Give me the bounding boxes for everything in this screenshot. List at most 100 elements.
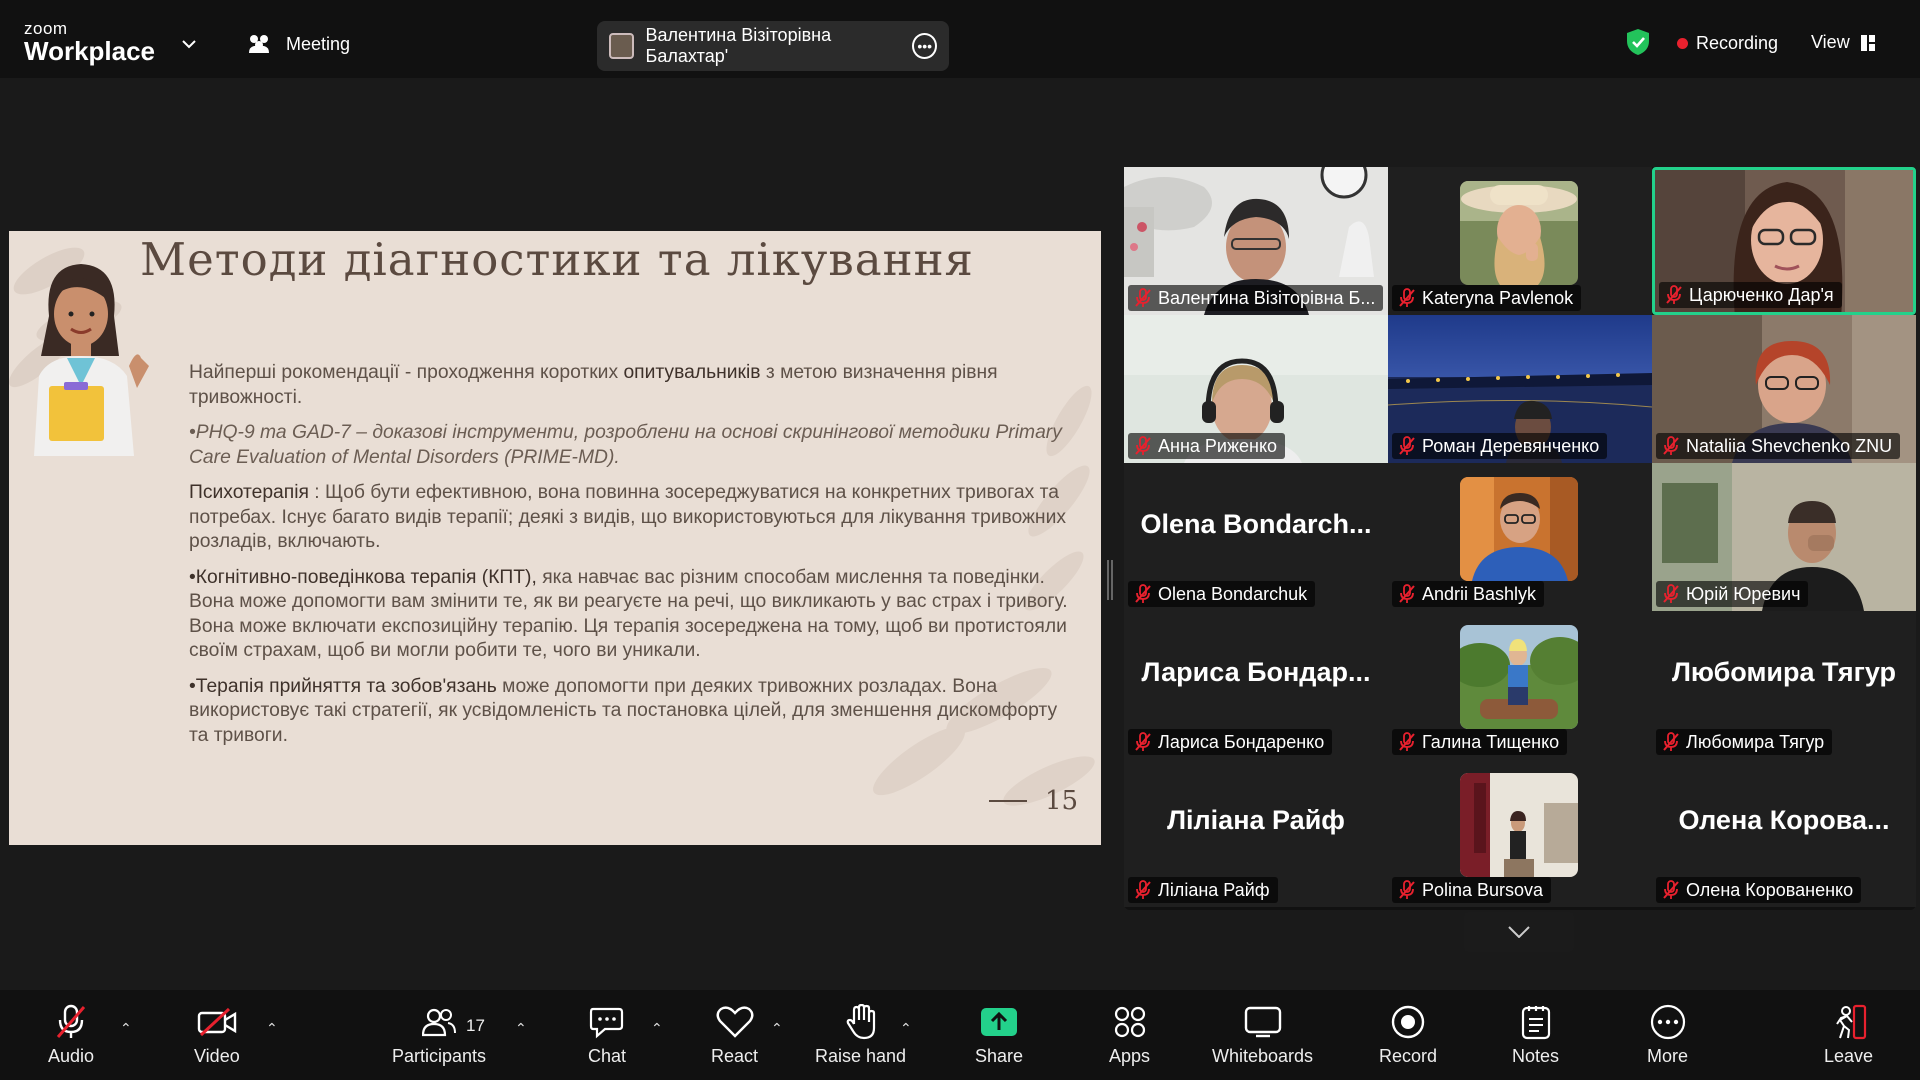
video-button[interactable]: Video — [194, 1004, 240, 1067]
panel-resize-handle[interactable] — [1107, 560, 1113, 600]
participant-display-name: Ліліана Райф — [1167, 805, 1345, 835]
notes-label: Notes — [1512, 1046, 1560, 1066]
react-options-caret-icon[interactable]: ⌃ — [771, 1020, 783, 1037]
participants-options-caret-icon[interactable]: ⌃ — [515, 1020, 527, 1037]
raise-hand-options-caret-icon[interactable]: ⌃ — [900, 1020, 912, 1037]
meeting-toolbar: Audio ⌃ Video ⌃ Participants 17 ⌃ Chat ⌃… — [0, 990, 1920, 1080]
participants-label: Participants — [392, 1046, 487, 1066]
participant-name-label: Царюченко Дар'я — [1659, 282, 1842, 308]
participant-tile[interactable]: Olena Bondarch... Olena Bondarchuk — [1124, 463, 1388, 611]
participant-avatar — [1460, 773, 1578, 877]
participant-avatar — [1460, 181, 1578, 285]
participant-tile[interactable]: Лариса Бондар... Лариса Бондаренко — [1124, 611, 1388, 759]
participant-name-label: Олена Корованенко — [1656, 877, 1862, 903]
more-button[interactable]: More — [1647, 1004, 1688, 1067]
participant-tile[interactable]: Галина Тищенко — [1388, 611, 1652, 759]
slide-paragraph: Найперші рокомендації - проходження коро… — [189, 362, 998, 408]
whiteboards-label: Whiteboards — [1212, 1046, 1314, 1066]
mic-muted-icon — [1399, 288, 1415, 307]
participant-name-label: Галина Тищенко — [1392, 729, 1568, 755]
participant-name: Nataliia Shevchenko ZNU — [1686, 435, 1893, 456]
participant-name-label: Andrii Bashlyk — [1392, 581, 1545, 607]
notes-button[interactable]: Notes — [1512, 1004, 1559, 1067]
share-label: Share — [975, 1046, 1024, 1066]
participant-avatar — [1460, 477, 1578, 581]
view-button[interactable]: View — [1811, 32, 1876, 53]
participant-tile[interactable]: Polina Bursova — [1388, 759, 1652, 907]
participant-name: Галина Тищенко — [1422, 731, 1560, 752]
mic-muted-icon — [1135, 288, 1151, 307]
mic-muted-icon — [1399, 436, 1415, 455]
participant-display-name: Любомира Тягур — [1671, 657, 1896, 687]
people-icon — [249, 35, 269, 53]
apps-label: Apps — [1109, 1046, 1151, 1066]
participant-name: Andrii Bashlyk — [1422, 583, 1537, 604]
audio-options-caret-icon[interactable]: ⌃ — [120, 1020, 132, 1037]
share-button[interactable]: Share — [975, 1004, 1023, 1067]
mic-muted-icon — [56, 1004, 86, 1038]
audio-button[interactable]: Audio — [48, 1004, 94, 1067]
record-icon — [1391, 1005, 1425, 1039]
participant-name: Царюченко Дар'я — [1689, 284, 1834, 305]
participant-name-label: Анна Риженко — [1128, 433, 1286, 459]
leave-button[interactable]: Leave — [1824, 1004, 1873, 1067]
participant-tile[interactable]: Любомира Тягур Любомира Тягур — [1652, 611, 1916, 759]
share-screen-icon — [981, 1008, 1018, 1036]
chat-options-caret-icon[interactable]: ⌃ — [651, 1020, 663, 1037]
record-button[interactable]: Record — [1379, 1004, 1437, 1067]
raise-hand-button[interactable]: Raise hand — [815, 1004, 906, 1067]
participants-icon — [422, 1008, 457, 1037]
participant-name: Анна Риженко — [1158, 435, 1278, 456]
slide-body: Найперші рокомендації - проходження коро… — [189, 361, 1069, 759]
participant-tile[interactable]: Nataliia Shevchenko ZNU — [1652, 315, 1916, 463]
video-off-icon — [197, 1007, 237, 1037]
react-button[interactable]: React — [711, 1004, 758, 1067]
mic-muted-icon — [1135, 880, 1151, 899]
participant-tile[interactable]: Andrii Bashlyk — [1388, 463, 1652, 611]
participant-name-label: Polina Bursova — [1392, 877, 1552, 903]
participant-tile[interactable]: Роман Деревянченко — [1388, 315, 1652, 463]
participant-name: Kateryna Pavlenok — [1422, 287, 1574, 308]
slide-page-number: 15 — [989, 786, 1078, 816]
recording-indicator[interactable]: Recording — [1677, 33, 1778, 54]
participant-name: Ліліана Райф — [1158, 879, 1270, 900]
gallery-scroll-down-icon[interactable] — [1464, 912, 1574, 952]
recording-label: Recording — [1696, 33, 1779, 53]
participant-name-label: Роман Деревянченко — [1392, 433, 1608, 459]
leave-icon — [1835, 1004, 1866, 1040]
participant-name: Olena Bondarchuk — [1158, 583, 1308, 604]
participant-tile[interactable]: Юрій Юревич — [1652, 463, 1916, 611]
apps-button[interactable]: Apps — [1109, 1004, 1150, 1067]
active-speaker-pill[interactable]: Валентина Візіторівна Балахтар' ••• — [597, 21, 949, 71]
participant-display-name: Олена Корова... — [1678, 805, 1890, 835]
video-options-caret-icon[interactable]: ⌃ — [266, 1020, 278, 1037]
chat-label: Chat — [588, 1046, 627, 1066]
mic-muted-icon — [1666, 285, 1682, 304]
speaker-more-icon[interactable]: ••• — [912, 33, 937, 59]
leave-label: Leave — [1824, 1046, 1874, 1066]
heart-icon — [716, 1006, 753, 1038]
participant-tile[interactable]: Kateryna Pavlenok — [1388, 167, 1652, 315]
chat-button[interactable]: Chat — [588, 1004, 626, 1067]
participant-tile[interactable]: Ліліана Райф Ліліана Райф — [1124, 759, 1388, 907]
participant-name: Любомира Тягур — [1686, 731, 1825, 752]
participant-name: Валентина Візіторівна Б... — [1158, 287, 1376, 308]
slide-paragraph: •Терапія прийняття та зобов'язань може д… — [189, 675, 1058, 746]
speaker-avatar — [609, 33, 634, 59]
app-menu-chevron-icon[interactable] — [182, 36, 196, 54]
top-bar: zoom Workplace Meeting Валентина Візітор… — [0, 0, 1920, 78]
security-shield-icon[interactable] — [1625, 28, 1651, 61]
participant-tile[interactable]: Олена Корова... Олена Корованенко — [1652, 759, 1916, 907]
participant-name: Роман Деревянченко — [1422, 435, 1600, 456]
whiteboards-button[interactable]: Whiteboards — [1212, 1004, 1313, 1067]
participant-display-name: Olena Bondarch... — [1140, 509, 1372, 539]
participant-tile[interactable]: Валентина Візіторівна Б... — [1124, 167, 1388, 315]
participant-name-label: Любомира Тягур — [1656, 729, 1833, 755]
shared-screen-slide: Методи діагностики та лікування Найперші… — [9, 231, 1101, 845]
participant-tile[interactable]: Царюченко Дар'я — [1652, 167, 1916, 315]
record-label: Record — [1379, 1046, 1438, 1066]
participant-name-label: Kateryna Pavlenok — [1392, 285, 1582, 311]
meeting-info-button[interactable]: Meeting — [246, 33, 350, 55]
participant-name-label: Юрій Юревич — [1656, 581, 1809, 607]
participant-tile[interactable]: Анна Риженко — [1124, 315, 1388, 463]
